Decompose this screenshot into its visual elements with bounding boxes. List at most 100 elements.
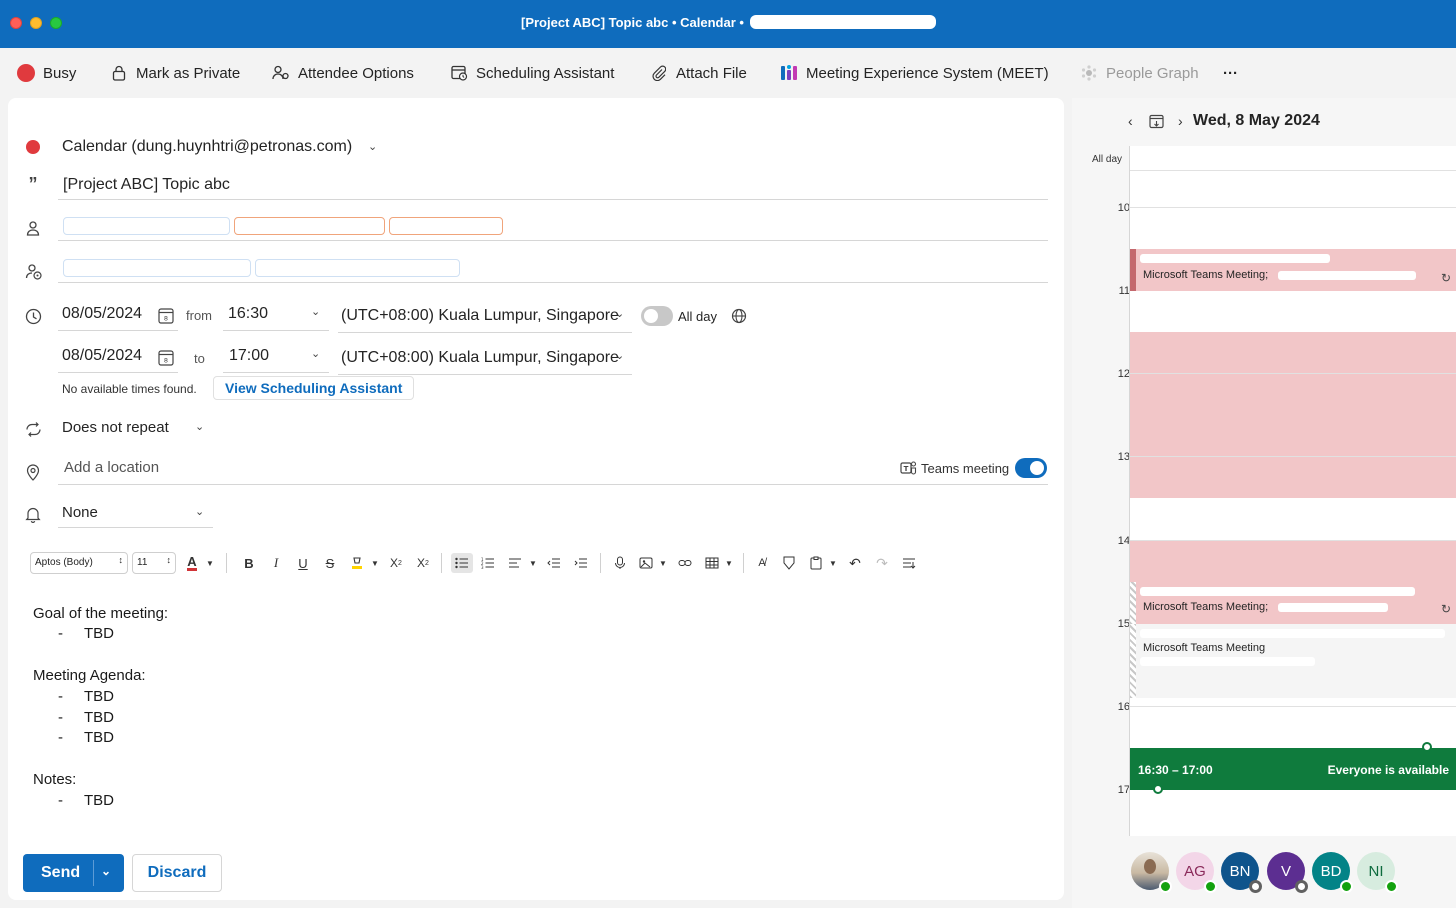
decrease-indent-icon[interactable]	[544, 553, 564, 573]
font-family-select[interactable]: Aptos (Body) ↕	[30, 552, 128, 574]
people-graph-icon	[1080, 64, 1098, 82]
today-icon[interactable]	[1149, 114, 1164, 134]
more-formatting-icon[interactable]	[899, 553, 919, 573]
end-timezone-dropdown[interactable]: (UTC+08:00) Kuala Lumpur, Singapore ⌄	[338, 345, 632, 375]
calendar-event[interactable]: Microsoft Teams Meeting	[1130, 624, 1456, 698]
attendee-avatar[interactable]: NI	[1357, 852, 1398, 893]
increase-indent-icon[interactable]	[571, 553, 591, 573]
attendee-avatar[interactable]	[1131, 852, 1172, 893]
presence-available-icon	[1159, 880, 1172, 893]
start-time-dropdown[interactable]: 16:30 ⌄	[223, 301, 329, 331]
subscript-icon[interactable]: X2	[413, 553, 433, 573]
reminder-dropdown[interactable]: None ⌄	[58, 500, 213, 528]
chevron-down-icon: ⌄	[615, 308, 625, 320]
send-button[interactable]: Send ⌄	[23, 854, 124, 892]
globe-icon[interactable]	[731, 308, 747, 329]
chevron-down-icon[interactable]: ▼	[200, 553, 220, 573]
editor-spellcheck-icon[interactable]: A̸	[752, 553, 772, 573]
chevron-down-icon[interactable]: ⌄	[368, 140, 377, 153]
sensitivity-icon[interactable]	[779, 553, 799, 573]
discard-button[interactable]: Discard	[132, 854, 222, 892]
people-graph-label: People Graph	[1106, 64, 1199, 82]
mark-private-button[interactable]: Mark as Private	[110, 62, 240, 84]
window-maximize-button[interactable]	[50, 17, 62, 29]
people-graph-button[interactable]: People Graph	[1080, 62, 1199, 84]
more-options-button[interactable]: ···	[1223, 62, 1238, 84]
attendee-avatar[interactable]: V	[1267, 852, 1308, 893]
view-scheduling-assistant-button[interactable]: View Scheduling Assistant	[213, 376, 415, 400]
attendee-avatar[interactable]: AG	[1176, 852, 1217, 893]
attendee-avatar[interactable]: BN	[1221, 852, 1262, 893]
meet-addin-button[interactable]: Meeting Experience System (MEET)	[780, 62, 1049, 84]
end-date-picker[interactable]: 08/05/2024 8	[58, 343, 178, 373]
quote-icon: ”	[28, 173, 38, 194]
undo-icon[interactable]: ↶	[845, 553, 865, 573]
attendee-chip[interactable]	[63, 217, 230, 235]
previous-day-icon[interactable]: ‹	[1128, 113, 1133, 129]
calendar-selector[interactable]: Calendar (dung.huynhtri@petronas.com)	[62, 138, 352, 156]
repeat-dropdown[interactable]: Does not repeat ⌄	[58, 415, 213, 443]
redaction	[1140, 254, 1330, 263]
proposed-time-selection[interactable]: 16:30 – 17:00 Everyone is available	[1130, 748, 1456, 790]
end-time-dropdown[interactable]: 17:00 ⌄	[223, 343, 329, 373]
chevron-down-icon[interactable]: ▼	[365, 553, 385, 573]
send-label: Send	[41, 864, 81, 881]
italic-icon[interactable]: I	[266, 553, 286, 573]
event-subtitle: Microsoft Teams Meeting	[1143, 642, 1266, 654]
chevron-down-icon[interactable]: ▼	[823, 553, 843, 573]
calendar-event[interactable]: Microsoft Teams Meeting; ↻	[1130, 582, 1456, 624]
mark-private-label: Mark as Private	[136, 64, 241, 82]
redaction	[1140, 587, 1415, 596]
chevron-down-icon[interactable]: ▼	[523, 553, 543, 573]
underline-icon[interactable]: U	[293, 553, 313, 573]
align-icon[interactable]	[505, 553, 525, 573]
resize-handle-bottom[interactable]	[1153, 784, 1163, 794]
event-title-input[interactable]: [Project ABC] Topic abc	[63, 176, 230, 194]
attendee-avatar[interactable]: BD	[1312, 852, 1353, 893]
highlighter-icon[interactable]	[347, 553, 367, 573]
redo-icon[interactable]: ↷	[872, 553, 892, 573]
attendee-chip[interactable]	[234, 217, 385, 235]
divider	[441, 553, 442, 573]
hour-label: 11	[1118, 285, 1130, 297]
font-size-select[interactable]: 11 ↕	[132, 552, 176, 574]
bullet-text: TBD	[84, 625, 114, 642]
calendar-event[interactable]: Microsoft Teams Meeting; ↻	[1130, 249, 1456, 291]
chevron-down-icon[interactable]: ▼	[719, 553, 739, 573]
window-minimize-button[interactable]	[30, 17, 42, 29]
busy-status-button[interactable]: Busy	[17, 62, 76, 84]
attach-file-button[interactable]: Attach File	[650, 62, 747, 84]
attendee-chip[interactable]	[255, 259, 460, 277]
resize-handle-top[interactable]	[1422, 742, 1432, 752]
attendee-chip[interactable]	[389, 217, 503, 235]
chevron-down-icon[interactable]: ▼	[653, 553, 673, 573]
location-input[interactable]: Add a location	[64, 459, 159, 476]
attendee-chip[interactable]	[63, 259, 251, 277]
send-options-chevron-icon[interactable]: ⌄	[101, 864, 111, 878]
strikethrough-icon[interactable]: S	[320, 553, 340, 573]
hour-label: 17	[1117, 784, 1130, 796]
title-underline	[58, 199, 1048, 200]
font-color-icon[interactable]: A	[182, 553, 202, 573]
superscript-icon[interactable]: X2	[386, 553, 406, 573]
attendee-options-button[interactable]: Attendee Options	[272, 62, 414, 84]
numbered-list-icon[interactable]: 123	[478, 553, 498, 573]
link-icon[interactable]	[675, 553, 695, 573]
calendar-picker-icon[interactable]: 8	[158, 349, 174, 371]
start-date-picker[interactable]: 08/05/2024 8	[58, 301, 178, 331]
calendar-picker-icon[interactable]: 8	[158, 307, 174, 329]
all-day-toggle[interactable]	[641, 306, 673, 326]
window-close-button[interactable]	[10, 17, 22, 29]
start-timezone-dropdown[interactable]: (UTC+08:00) Kuala Lumpur, Singapore ⌄	[338, 303, 632, 333]
bold-icon[interactable]: B	[239, 553, 259, 573]
scheduling-assistant-button[interactable]: Scheduling Assistant	[450, 62, 614, 84]
teams-meeting-toggle[interactable]	[1015, 458, 1047, 478]
day-grid[interactable]: Microsoft Teams Meeting; ↻ Microsoft Tea…	[1129, 146, 1456, 836]
busy-label: Busy	[43, 64, 77, 82]
avatar-initials: NI	[1368, 862, 1384, 880]
bullet-list-icon[interactable]	[451, 553, 473, 573]
dictate-microphone-icon[interactable]	[610, 553, 630, 573]
next-day-icon[interactable]: ›	[1178, 113, 1183, 129]
hour-label: 10	[1117, 202, 1130, 214]
stepper-icon: ↕	[118, 555, 124, 565]
